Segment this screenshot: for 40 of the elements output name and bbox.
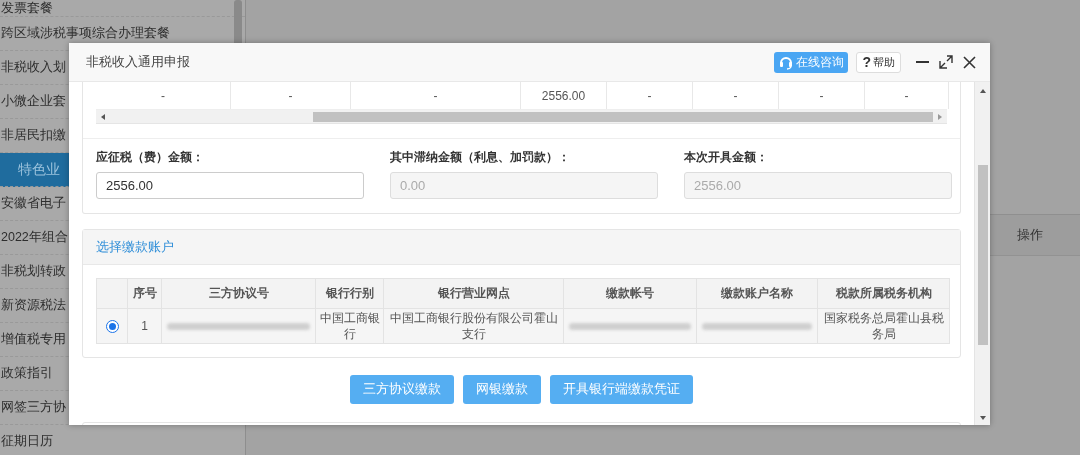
panel-title: 选择缴款账户 bbox=[96, 238, 174, 256]
field-label: 本次开具金额： bbox=[684, 149, 769, 166]
table-cell: - bbox=[607, 82, 693, 109]
column-header: 操作 bbox=[1016, 226, 1044, 244]
dialog-title: 非税收入通用申报 bbox=[86, 53, 191, 71]
scrollbar-thumb[interactable] bbox=[977, 164, 988, 345]
headset-icon bbox=[778, 54, 795, 70]
field-label: 其中滞纳金额（利息、加罚款）： bbox=[390, 149, 571, 166]
amount-field[interactable]: 2556.00 bbox=[96, 172, 364, 199]
horizontal-scrollbar[interactable] bbox=[96, 110, 947, 124]
field-label: 应征税（费）金额： bbox=[96, 149, 205, 166]
online-consult-button[interactable]: 在线咨询 bbox=[774, 51, 849, 73]
table-cell: - bbox=[865, 82, 949, 109]
column-header: 银行行别 bbox=[315, 278, 384, 309]
table-cell: - bbox=[351, 82, 521, 109]
close-icon[interactable] bbox=[963, 55, 976, 69]
table-cell: 国家税务总局霍山县税务局 bbox=[817, 308, 950, 344]
action-button[interactable]: 三方协议缴款 bbox=[350, 375, 454, 404]
column-header: 缴款帐号 bbox=[563, 278, 697, 309]
scroll-up-icon[interactable] bbox=[978, 88, 987, 94]
table-cell: - bbox=[231, 82, 351, 109]
column-header: 缴款账户名称 bbox=[696, 278, 818, 309]
table-cell: 中国工商银行股份有限公司霍山支行 bbox=[383, 308, 564, 344]
table-cell: - bbox=[779, 82, 865, 109]
scrollbar-thumb[interactable] bbox=[313, 111, 933, 122]
action-button[interactable]: 开具银行端缴款凭证 bbox=[550, 375, 693, 404]
radio-button[interactable] bbox=[105, 319, 119, 333]
scroll-down-icon[interactable] bbox=[978, 415, 987, 421]
column-header: 银行营业网点 bbox=[383, 278, 564, 309]
table-cell: - bbox=[693, 82, 779, 109]
action-button[interactable]: 网银缴款 bbox=[463, 375, 541, 404]
table-cell: 中国工商银行 bbox=[315, 308, 384, 344]
table-cell: - bbox=[96, 82, 231, 109]
scroll-left-icon[interactable] bbox=[100, 112, 106, 121]
column-header: 序号 bbox=[127, 278, 162, 309]
table-cell: 2556.00 bbox=[521, 82, 607, 109]
column-header: 三方协议号 bbox=[161, 278, 316, 309]
help-button[interactable]: ?帮助 bbox=[856, 51, 901, 73]
column-header: 税款所属税务机构 bbox=[817, 278, 950, 309]
maximize-icon[interactable] bbox=[939, 55, 953, 69]
